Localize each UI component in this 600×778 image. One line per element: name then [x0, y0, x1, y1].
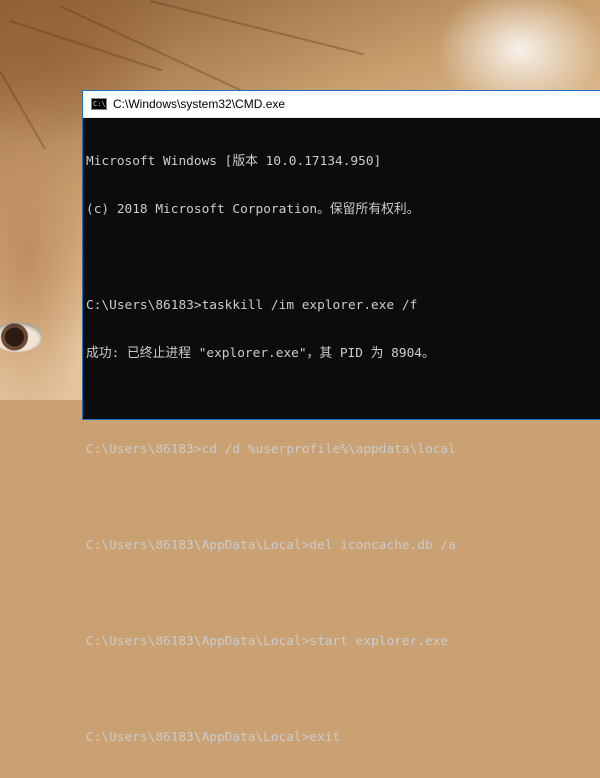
console-line: C:\Users\86183\AppData\Local>exit — [86, 730, 341, 745]
hair-strand — [149, 0, 364, 56]
cmd-icon-glyph: C:\ — [93, 99, 106, 108]
window-title: C:\Windows\system32\CMD.exe — [113, 97, 286, 111]
window-titlebar[interactable]: C:\ C:\Windows\system32\CMD.exe — [83, 91, 600, 118]
cmd-window[interactable]: C:\ C:\Windows\system32\CMD.exe Microsof… — [82, 90, 600, 745]
hair-strand — [0, 70, 46, 150]
console-line: Microsoft Windows [版本 10.0.17134.950] — [86, 154, 382, 169]
console-line: C:\Users\86183\AppData\Local>start explo… — [86, 634, 449, 649]
wallpaper-eye — [0, 322, 42, 352]
console-line: C:\Users\86183>cd /d %userprofile%\appda… — [86, 442, 456, 457]
console-output[interactable]: Microsoft Windows [版本 10.0.17134.950] (c… — [83, 118, 600, 778]
console-line: (c) 2018 Microsoft Corporation。保留所有权利。 — [86, 202, 420, 217]
cmd-icon[interactable]: C:\ — [91, 98, 107, 110]
hair-strand — [9, 20, 163, 72]
console-line: 成功: 已终止进程 "explorer.exe"，其 PID 为 8904。 — [86, 346, 435, 361]
console-line: C:\Users\86183>taskkill /im explorer.exe… — [86, 298, 418, 313]
console-line: C:\Users\86183\AppData\Local>del iconcac… — [86, 538, 456, 553]
